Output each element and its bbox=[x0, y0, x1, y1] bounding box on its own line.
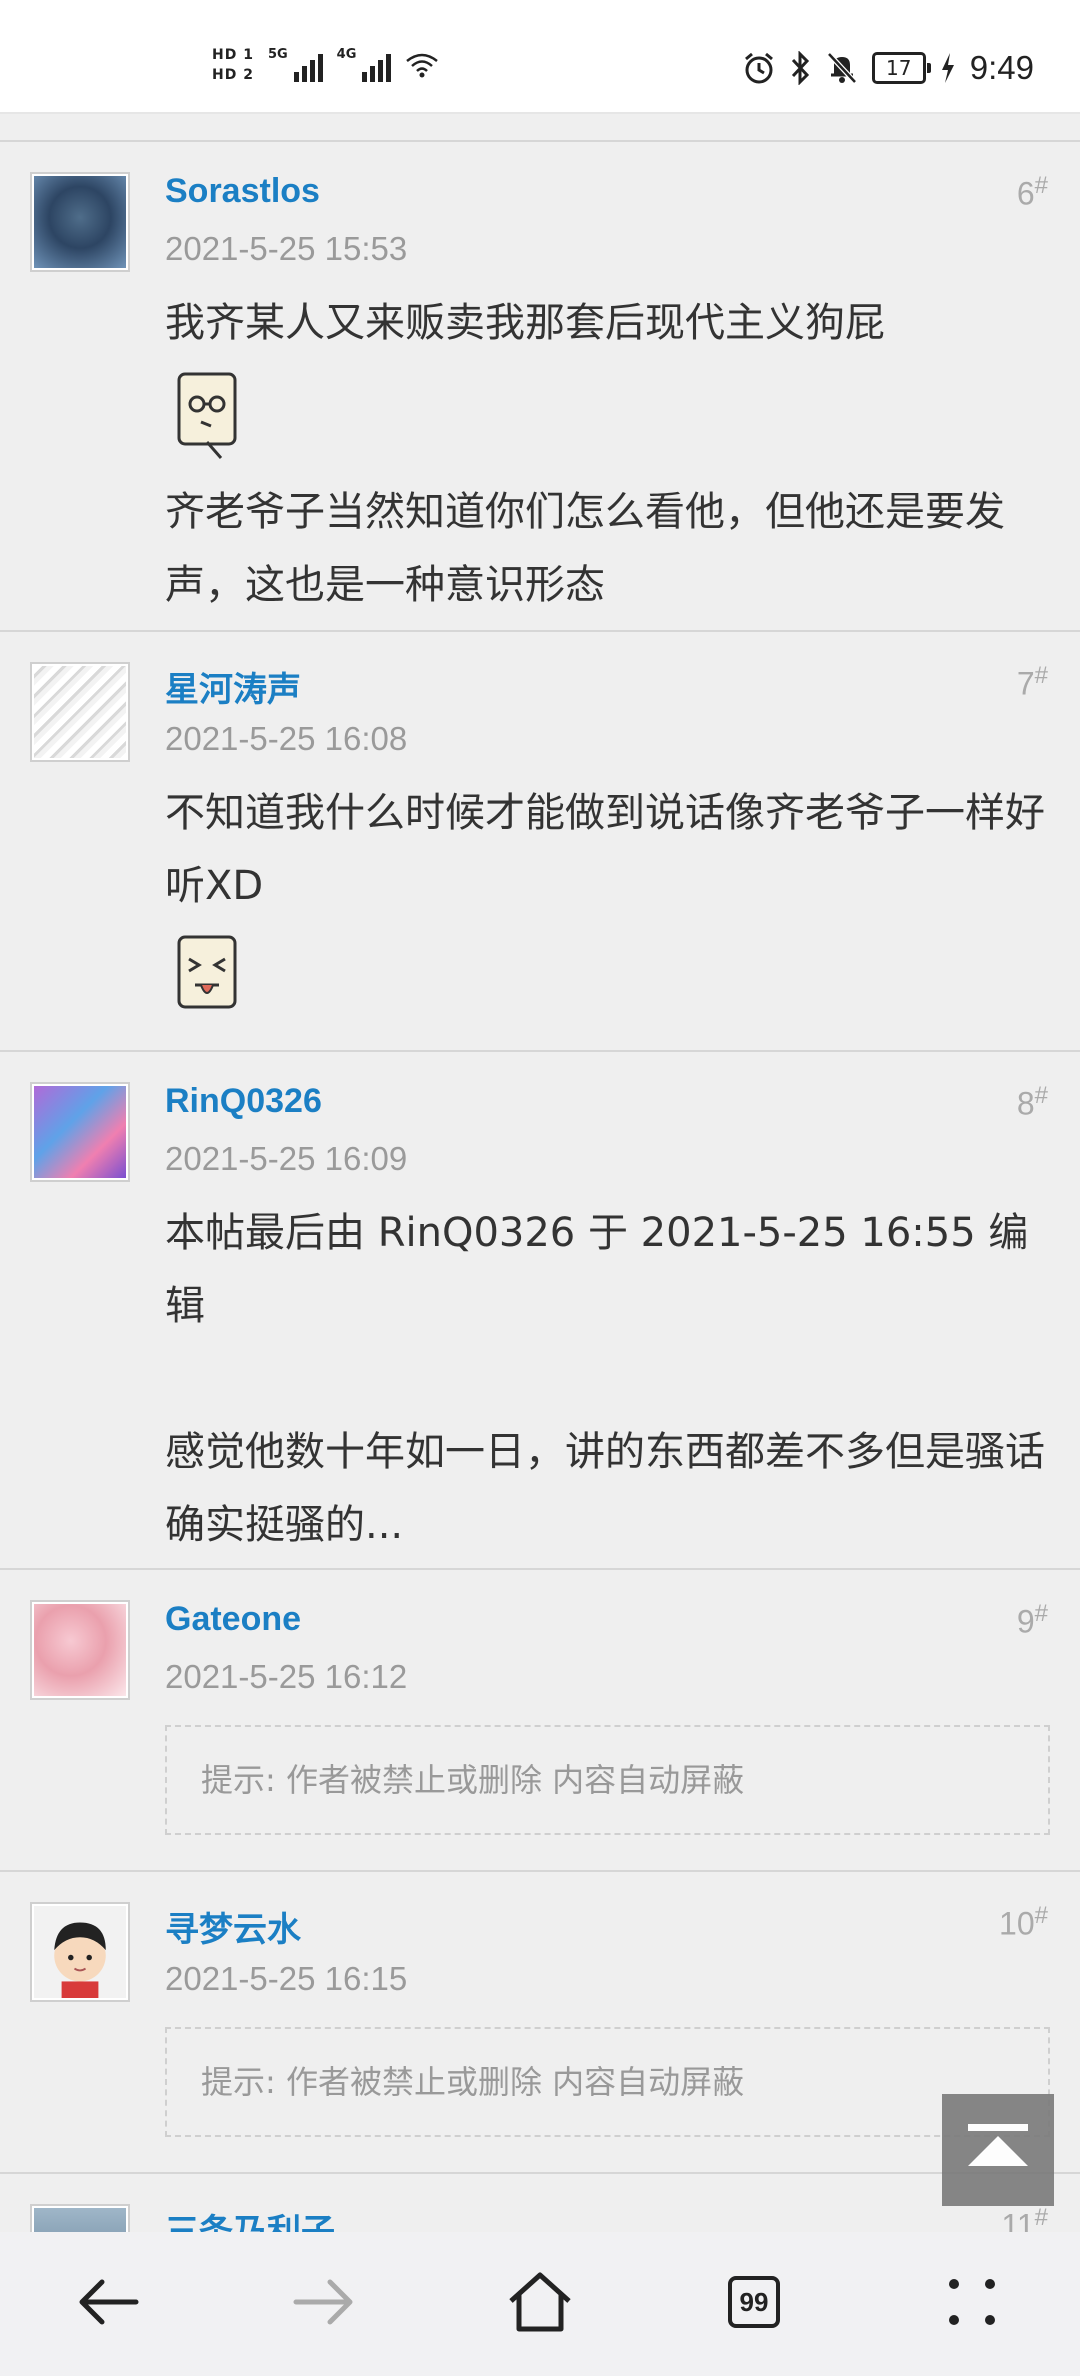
sim-indicators: HD 1 HD 2 bbox=[212, 47, 254, 83]
avatar[interactable] bbox=[30, 1600, 130, 1700]
status-right: 17 9:49 bbox=[742, 46, 1034, 90]
thread-content[interactable]: Sorastlos 6# 2021-5-25 15:53 我齐某人又来贩卖我那套… bbox=[0, 140, 1080, 2232]
glasses-face-emoji-icon bbox=[177, 372, 237, 459]
post-time: 2021-5-25 16:12 bbox=[165, 1658, 408, 1695]
floor-mark: # bbox=[1034, 1082, 1048, 1109]
post-time: 2021-5-25 16:08 bbox=[165, 720, 408, 757]
post-body: 本帖最后由 RinQ0326 于 2021-5-25 16:55 编辑 感觉他数… bbox=[165, 1197, 1050, 1562]
edit-note: 本帖最后由 RinQ0326 于 2021-5-25 16:55 编辑 bbox=[165, 1210, 1029, 1329]
post-body: 不知道我什么时候才能做到说话像齐老爷子一样好听XD bbox=[165, 777, 1050, 1039]
post-item: 星河涛声 7# 2021-5-25 16:08 不知道我什么时候才能做到说话像齐… bbox=[0, 632, 1080, 1052]
floor-number: 6# bbox=[1017, 172, 1048, 213]
floor-mark: # bbox=[1034, 662, 1048, 689]
status-left: HD 1 HD 2 5G 4G bbox=[212, 40, 439, 90]
blocked-notice: 提示: 作者被禁止或删除 内容自动屏蔽 bbox=[165, 1725, 1050, 1835]
floor-value: 7 bbox=[1016, 665, 1035, 702]
post-item: 寻梦云水 10# 2021-5-25 16:15 提示: 作者被禁止或删除 内容… bbox=[0, 1872, 1080, 2174]
post-text: 齐老爷子当然知道你们怎么看他，但他还是要发声，这也是一种意识形态 bbox=[165, 489, 1005, 608]
author-link[interactable]: 星河涛声 bbox=[165, 662, 301, 711]
floor-mark: # bbox=[1034, 1902, 1048, 1929]
alarm-icon bbox=[744, 52, 773, 84]
post-text: 感觉他数十年如一日，讲的东西都差不多但是骚话确实挺骚的... bbox=[165, 1429, 1045, 1548]
arrow-up-icon bbox=[968, 2124, 1028, 2166]
avatar[interactable] bbox=[30, 172, 130, 272]
floor-number: 9# bbox=[1017, 1600, 1048, 1641]
post-body: 我齐某人又来贩卖我那套后现代主义狗屁 齐老爷子当然知道你们怎么看他，但他还是要发… bbox=[165, 287, 1050, 622]
avatar[interactable] bbox=[30, 1082, 130, 1182]
author-link[interactable]: RinQ0326 bbox=[165, 1082, 322, 1121]
floor-number: 11# bbox=[1001, 2204, 1048, 2232]
back-to-top-button[interactable] bbox=[942, 2094, 1054, 2206]
tabs-count: 99 bbox=[728, 2276, 780, 2328]
floor-number: 10# bbox=[999, 1902, 1048, 1943]
floor-number: 8# bbox=[1017, 1082, 1048, 1123]
post-time: 2021-5-25 16:09 bbox=[165, 1140, 408, 1177]
net1-label: 5G bbox=[267, 47, 288, 62]
blocked-notice: 提示: 作者被禁止或删除 内容自动屏蔽 bbox=[165, 2027, 1050, 2137]
home-icon bbox=[509, 2272, 571, 2332]
wifi-icon bbox=[406, 53, 439, 78]
floor-mark: # bbox=[1034, 2204, 1048, 2231]
home-button[interactable] bbox=[500, 2262, 580, 2342]
tabs-button[interactable]: 99 bbox=[714, 2262, 794, 2342]
sim2-label: HD 2 bbox=[212, 67, 254, 83]
bluetooth-icon bbox=[791, 51, 809, 85]
avatar[interactable] bbox=[30, 2204, 130, 2232]
floor-value: 9 bbox=[1016, 1603, 1035, 1640]
arrow-left-icon bbox=[79, 2279, 139, 2325]
post-item: Gateone 9# 2021-5-25 16:12 提示: 作者被禁止或删除 … bbox=[0, 1570, 1080, 1872]
net2-label: 4G bbox=[336, 47, 357, 62]
sim1-label: HD 1 bbox=[212, 47, 254, 63]
post-text: 不知道我什么时候才能做到说话像齐老爷子一样好听XD bbox=[165, 790, 1045, 909]
floor-mark: # bbox=[1034, 1600, 1048, 1627]
arrow-right-icon bbox=[293, 2279, 353, 2325]
floor-value: 8 bbox=[1016, 1085, 1035, 1122]
post-item: RinQ0326 8# 2021-5-25 16:09 本帖最后由 RinQ03… bbox=[0, 1052, 1080, 1570]
charging-icon bbox=[941, 53, 954, 83]
more-menu-button[interactable] bbox=[932, 2262, 1012, 2342]
avatar[interactable] bbox=[30, 662, 130, 762]
floor-value: 6 bbox=[1016, 175, 1035, 212]
post-item: 三条乃利子 11# bbox=[0, 2174, 1080, 2232]
mute-icon bbox=[826, 52, 857, 84]
floor-number: 7# bbox=[1017, 662, 1048, 703]
author-link[interactable]: 三条乃利子 bbox=[165, 2204, 335, 2232]
floor-value: 10 bbox=[999, 1905, 1035, 1942]
post-item: Sorastlos 6# 2021-5-25 15:53 我齐某人又来贩卖我那套… bbox=[0, 142, 1080, 632]
cartoon-boy-avatar-icon bbox=[34, 1906, 126, 1998]
signal-4g-icon: 4G bbox=[337, 48, 392, 82]
signal-5g-icon: 5G bbox=[268, 48, 323, 82]
post-time: 2021-5-25 15:53 bbox=[165, 230, 408, 267]
floor-value: 11 bbox=[1001, 2207, 1035, 2232]
author-link[interactable]: 寻梦云水 bbox=[165, 1902, 301, 1951]
back-button[interactable] bbox=[68, 2262, 148, 2342]
avatar[interactable] bbox=[30, 1902, 130, 2002]
status-bar: HD 1 HD 2 5G 4G 17 9:49 bbox=[0, 0, 1080, 114]
forward-button[interactable] bbox=[284, 2262, 364, 2342]
post-time: 2021-5-25 16:15 bbox=[165, 1960, 408, 1997]
floor-mark: # bbox=[1034, 172, 1048, 199]
author-link[interactable]: Sorastlos bbox=[165, 172, 320, 211]
browser-nav-bar: 99 bbox=[0, 2232, 1080, 2376]
tongue-face-emoji-icon bbox=[177, 935, 237, 1009]
clock: 9:49 bbox=[969, 49, 1034, 86]
dots-grid-icon bbox=[949, 2279, 995, 2325]
post-text: 我齐某人又来贩卖我那套后现代主义狗屁 bbox=[165, 300, 885, 346]
author-link[interactable]: Gateone bbox=[165, 1600, 301, 1639]
battery-indicator: 17 bbox=[871, 52, 931, 84]
